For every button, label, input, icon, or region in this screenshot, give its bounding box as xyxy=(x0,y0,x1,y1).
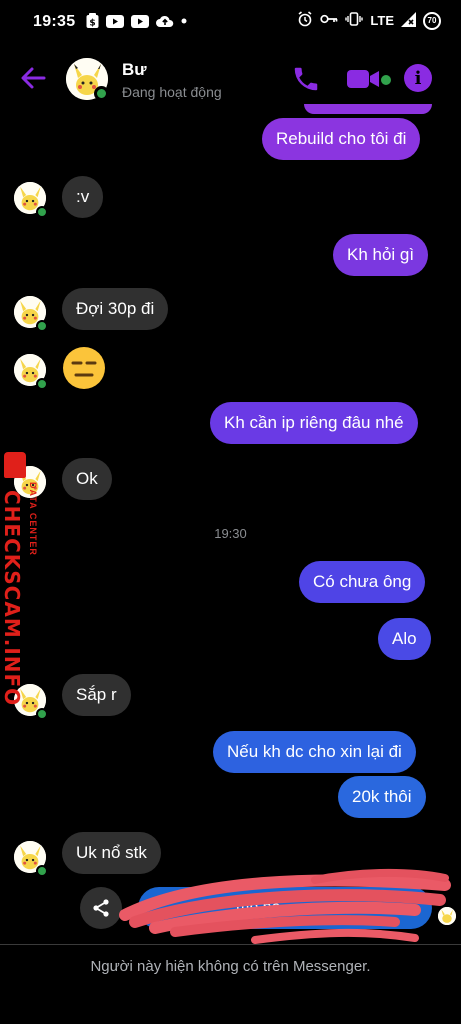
message-out[interactable]: Có chưa ông xyxy=(299,561,426,603)
video-camera-icon xyxy=(347,70,379,88)
conversation[interactable]: Rebuild cho tôi đi :v Kh hỏi gì Đợi 30p … xyxy=(0,104,461,884)
share-icon xyxy=(93,899,109,917)
pikachu-avatar-icon xyxy=(438,907,456,925)
message-in[interactable]: :v xyxy=(62,176,104,218)
contact-name[interactable]: Bư xyxy=(122,60,147,80)
previous-message-fragment xyxy=(304,104,432,114)
status-time: 19:35 xyxy=(33,13,76,30)
system-icons: LTE 70 xyxy=(297,11,441,30)
battery-level: 70 xyxy=(427,16,437,25)
message-out[interactable]: 20k thôi xyxy=(338,776,426,818)
watermark-sub: DATA CENTER xyxy=(28,482,38,556)
online-indicator xyxy=(36,206,48,218)
red-scribble-redaction xyxy=(119,868,451,944)
notification-icons: $ xyxy=(86,13,187,29)
back-arrow-icon xyxy=(21,67,46,89)
contact-status: Đang hoạt động xyxy=(122,84,222,100)
info-icon: i xyxy=(414,67,422,89)
lock-logo-icon xyxy=(4,452,26,478)
dot-icon xyxy=(181,18,187,24)
unavailable-notice: Người này hiện không có trên Messenger. xyxy=(90,958,371,975)
online-indicator xyxy=(94,86,109,101)
message-timestamp: 19:30 xyxy=(214,526,247,541)
youtube-icon xyxy=(106,14,124,28)
online-indicator xyxy=(36,708,48,720)
message-emoji[interactable] xyxy=(62,346,106,398)
vibrate-icon xyxy=(345,12,364,29)
online-indicator xyxy=(36,378,48,390)
message-out[interactable]: Rebuild cho tôi đi xyxy=(262,118,421,160)
message-out[interactable]: Nếu kh dc cho xin lại đi xyxy=(213,731,416,773)
voice-call-button[interactable] xyxy=(291,64,321,94)
expressionless-face-icon xyxy=(63,347,105,389)
cloud-upload-icon xyxy=(156,15,174,28)
status-bar: 19:35 $ LTE 70 xyxy=(0,0,461,44)
svg-text:$: $ xyxy=(89,19,95,29)
message-in[interactable]: Sắp r xyxy=(62,674,131,716)
message-out[interactable]: Kh hỏi gì xyxy=(333,234,429,276)
wallet-icon: $ xyxy=(86,13,99,29)
video-active-dot xyxy=(381,75,391,85)
battery-icon: 70 xyxy=(423,11,441,30)
watermark-main: CHECKSCAM.INFO xyxy=(0,490,24,707)
network-label: LTE xyxy=(370,13,394,28)
online-indicator xyxy=(36,320,48,332)
online-indicator xyxy=(36,865,48,877)
checkscam-watermark: CHECKSCAM.INFO DATA CENTER xyxy=(0,450,44,706)
phone-icon xyxy=(294,67,318,91)
alarm-icon xyxy=(297,11,313,30)
message-out[interactable]: Alo xyxy=(378,618,431,660)
message-out[interactable]: Kh cần ip riêng đâu nhé xyxy=(210,402,418,444)
divider xyxy=(0,944,461,945)
key-icon xyxy=(320,13,338,28)
youtube-icon-2 xyxy=(131,14,149,28)
seen-avatar xyxy=(438,907,456,925)
video-call-button[interactable] xyxy=(346,66,382,92)
info-button[interactable]: i xyxy=(404,64,432,92)
message-in[interactable]: Ok xyxy=(62,458,112,500)
message-in[interactable]: Đợi 30p đi xyxy=(62,288,169,330)
signal-icon xyxy=(401,11,416,30)
back-button[interactable] xyxy=(18,63,48,93)
